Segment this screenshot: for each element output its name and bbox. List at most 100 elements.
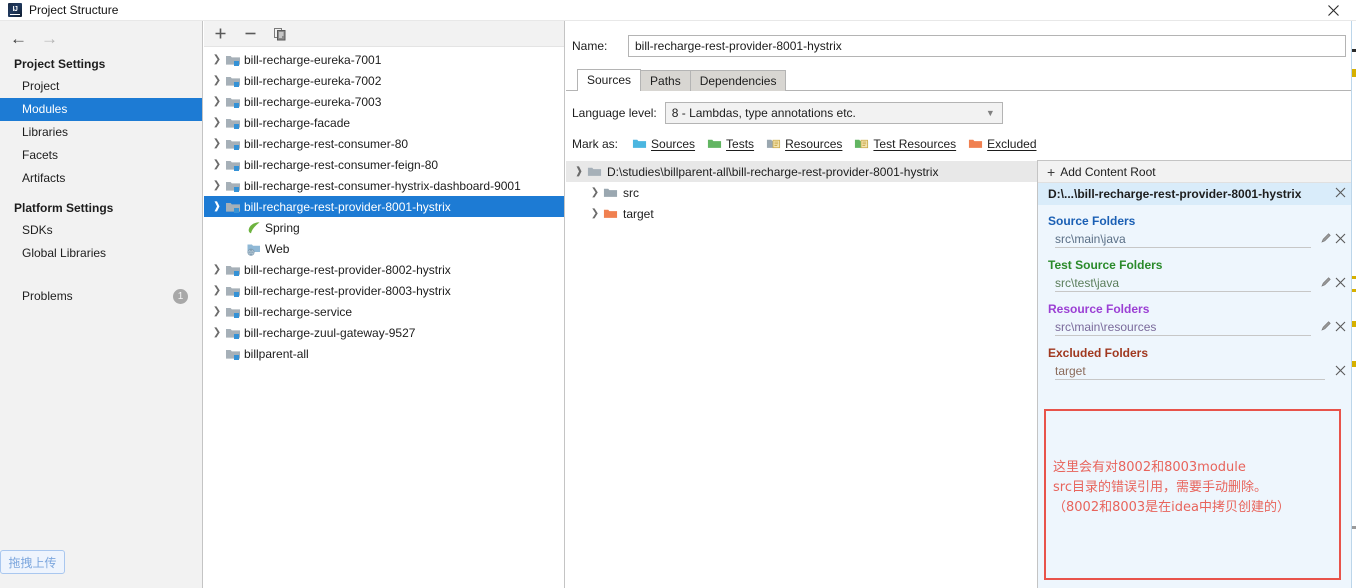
mark-as-sources-button[interactable]: Sources — [632, 136, 695, 152]
chevron-down-icon[interactable]: ❱ — [571, 166, 587, 177]
sidebar-item-global-libraries[interactable]: Global Libraries — [0, 242, 202, 265]
close-button[interactable] — [1310, 0, 1356, 21]
annotation-box: 这里会有对8002和8003module src目录的错误引用，需要手动删除。 … — [1044, 409, 1341, 580]
sidebar-item-facets[interactable]: Facets — [0, 144, 202, 167]
remove-source-folder-button[interactable] — [1333, 233, 1347, 247]
tab-paths[interactable]: Paths — [640, 70, 691, 91]
module-row-eureka-7001[interactable]: ❯ bill-recharge-eureka-7001 — [204, 49, 564, 70]
content-root-header-row[interactable]: ❱ D:\studies\billparent-all\bill-recharg… — [566, 161, 1037, 182]
arrow-right-icon: → — [41, 28, 58, 48]
module-row-rest-consumer-feign-80[interactable]: ❯ bill-recharge-rest-consumer-feign-80 — [204, 154, 564, 175]
pencil-icon — [1321, 277, 1331, 287]
chevron-right-icon[interactable]: ❯ — [209, 54, 225, 65]
module-row-facade[interactable]: ❯ bill-recharge-facade — [204, 112, 564, 133]
tab-sources[interactable]: Sources — [577, 69, 642, 91]
section-title-resource-folders: Resource Folders — [1048, 302, 1150, 316]
chevron-right-icon[interactable]: ❯ — [209, 75, 225, 86]
module-row-rest-provider-8002-hystrix[interactable]: ❯ bill-recharge-rest-provider-8002-hystr… — [204, 259, 564, 280]
module-row-eureka-7002[interactable]: ❯ bill-recharge-eureka-7002 — [204, 70, 564, 91]
annotation-line-1: 这里会有对8002和8003module — [1053, 460, 1246, 475]
remove-module-button[interactable] — [242, 26, 258, 42]
chevron-right-icon[interactable]: ❯ — [209, 306, 225, 317]
sidebar-item-libraries[interactable]: Libraries — [0, 121, 202, 144]
chevron-right-icon[interactable]: ❯ — [209, 264, 225, 275]
sidebar-item-project[interactable]: Project — [0, 75, 202, 98]
module-row-eureka-7003[interactable]: ❯ bill-recharge-eureka-7003 — [204, 91, 564, 112]
mark-as-excluded-button[interactable]: Excluded — [968, 136, 1037, 152]
remove-test-source-folder-button[interactable] — [1333, 277, 1347, 291]
copy-module-button[interactable] — [272, 26, 288, 42]
edit-resource-folder-button[interactable] — [1319, 320, 1333, 335]
resource-folder-row[interactable]: src\main\resources — [1038, 318, 1356, 337]
module-row-billparent-all[interactable]: ❯ billparent-all — [204, 343, 564, 364]
excluded-folder-row[interactable]: target — [1038, 362, 1356, 381]
language-level-select[interactable]: 8 - Lambdas, type annotations etc. ▼ — [664, 102, 1003, 124]
mark-as-resources-button[interactable]: Resources — [766, 136, 842, 152]
sidebar-item-problems[interactable]: Problems 1 — [0, 285, 202, 308]
facet-row-web[interactable]: Web — [204, 238, 564, 259]
edit-source-folder-button[interactable] — [1319, 232, 1333, 247]
chevron-right-icon[interactable]: ❯ — [209, 180, 225, 191]
remove-content-root-button[interactable] — [1333, 187, 1347, 201]
close-x-icon — [1335, 277, 1345, 287]
sidebar-item-sdks[interactable]: SDKs — [0, 219, 202, 242]
plus-icon — [215, 28, 225, 39]
chevron-right-icon[interactable]: ❯ — [587, 208, 603, 219]
module-row-rest-provider-8001-hystrix[interactable]: ❱ bill-recharge-rest-provider-8001-hystr… — [204, 196, 564, 217]
resources-folder-icon — [766, 136, 782, 152]
module-list-panel: ❯ bill-recharge-eureka-7001 ❯ bill-recha… — [204, 21, 565, 588]
edit-test-source-folder-button[interactable] — [1319, 276, 1333, 291]
module-folder-icon — [225, 178, 241, 194]
tab-dependencies[interactable]: Dependencies — [689, 70, 787, 91]
module-row-service[interactable]: ❯ bill-recharge-service — [204, 301, 564, 322]
remove-excluded-folder-button[interactable] — [1333, 365, 1347, 379]
spring-leaf-icon — [246, 220, 262, 236]
add-module-button[interactable] — [212, 26, 228, 42]
folder-icon — [587, 164, 603, 180]
module-folder-icon — [225, 94, 241, 110]
module-folder-icon — [225, 136, 241, 152]
project-structure-dialog: Project Structure ← → Project Settings P… — [0, 0, 1356, 588]
test-source-folder-path: src\test\java — [1055, 276, 1311, 292]
mark-as-label-tests: Tests — [726, 137, 755, 151]
module-label: bill-recharge-service — [244, 304, 353, 319]
chevron-right-icon[interactable]: ❯ — [209, 96, 225, 107]
chevron-down-icon[interactable]: ❱ — [209, 201, 225, 212]
annotation-line-3: （8002和8003是在idea中拷贝创建的） — [1053, 500, 1290, 515]
module-list: ❯ bill-recharge-eureka-7001 ❯ bill-recha… — [204, 47, 564, 364]
chevron-right-icon[interactable]: ❯ — [209, 117, 225, 128]
navigation-arrows: ← → — [0, 21, 202, 55]
marker — [1352, 289, 1356, 292]
mark-as-test-resources-button[interactable]: Test Resources — [854, 136, 956, 152]
title-bar: Project Structure — [0, 0, 1356, 21]
tests-folder-icon — [707, 136, 723, 152]
sidebar-item-modules[interactable]: Modules — [0, 98, 202, 121]
module-folder-icon — [225, 346, 241, 362]
module-row-rest-provider-8003-hystrix[interactable]: ❯ bill-recharge-rest-provider-8003-hystr… — [204, 280, 564, 301]
test-resources-folder-icon — [854, 136, 870, 152]
chevron-right-icon[interactable]: ❯ — [209, 138, 225, 149]
chevron-right-icon[interactable]: ❯ — [209, 327, 225, 338]
chevron-right-icon[interactable]: ❯ — [587, 187, 603, 198]
drag-upload-chip[interactable]: 拖拽上传 — [0, 550, 65, 574]
module-label: bill-recharge-rest-provider-8001-hystrix — [244, 199, 451, 214]
module-row-rest-consumer-80[interactable]: ❯ bill-recharge-rest-consumer-80 — [204, 133, 564, 154]
remove-resource-folder-button[interactable] — [1333, 321, 1347, 335]
chevron-right-icon[interactable]: ❯ — [209, 159, 225, 170]
mark-as-label-excluded: Excluded — [987, 137, 1037, 151]
sidebar-item-artifacts[interactable]: Artifacts — [0, 167, 202, 190]
module-row-rest-consumer-hystrix-dashboard-9001[interactable]: ❯ bill-recharge-rest-consumer-hystrix-da… — [204, 175, 564, 196]
facet-row-spring[interactable]: Spring — [204, 217, 564, 238]
chevron-right-icon[interactable]: ❯ — [209, 285, 225, 296]
add-content-root-button[interactable]: + Add Content Root — [1038, 161, 1356, 183]
language-level-value: 8 - Lambdas, type annotations etc. — [671, 106, 856, 120]
test-source-folder-row[interactable]: src\test\java — [1038, 274, 1356, 293]
module-name-input[interactable] — [628, 35, 1346, 57]
source-folder-row[interactable]: src\main\java — [1038, 230, 1356, 249]
right-marker-strip[interactable] — [1351, 21, 1356, 588]
module-row-zuul-gateway-9527[interactable]: ❯ bill-recharge-zuul-gateway-9527 — [204, 322, 564, 343]
arrow-left-icon[interactable]: ← — [10, 30, 27, 47]
language-level-label: Language level: — [572, 106, 657, 120]
source-folder-path: src\main\java — [1055, 232, 1311, 248]
mark-as-tests-button[interactable]: Tests — [707, 136, 754, 152]
